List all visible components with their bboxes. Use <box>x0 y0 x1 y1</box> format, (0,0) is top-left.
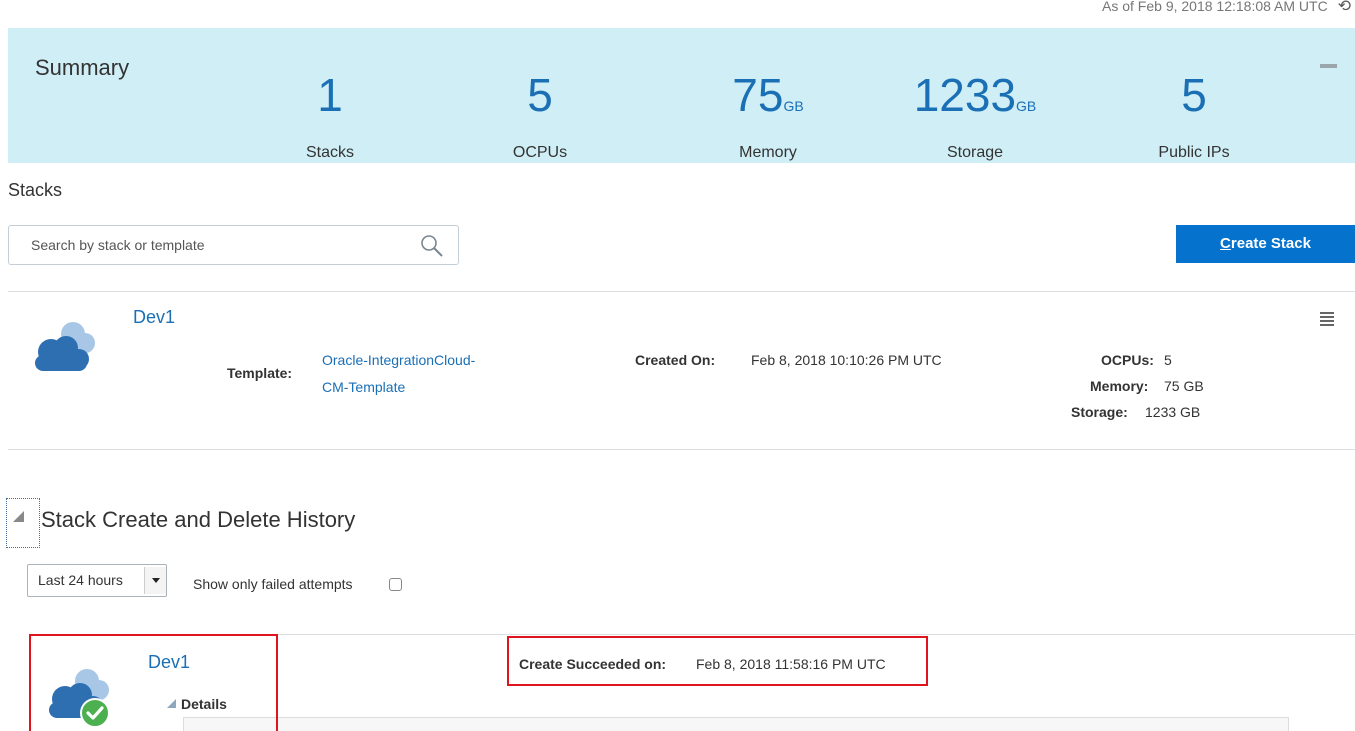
metric-unit: GB <box>1016 98 1037 114</box>
metric-label: Public IPs <box>1158 144 1230 161</box>
collapse-icon[interactable] <box>1320 64 1337 68</box>
as-of-timestamp: As of Feb 9, 2018 12:18:08 AM UTC ⟲ <box>1102 0 1351 16</box>
metric-value: 1233 <box>913 69 1017 121</box>
divider <box>8 291 1355 292</box>
create-stack-button[interactable]: Create Stack <box>1176 225 1355 263</box>
created-on-value: Feb 8, 2018 10:10:26 PM UTC <box>751 352 942 368</box>
ocpus-label: OCPUs: <box>1101 352 1154 368</box>
storage-value: 1233 GB <box>1145 404 1201 420</box>
summary-panel: Summary 1 Stacks 5 OCPUs 75GB Memory 123… <box>8 28 1355 163</box>
time-range-select[interactable]: Last 24 hours <box>27 564 167 597</box>
time-range-value: Last 24 hours <box>38 572 123 588</box>
metric-value: 5 <box>1181 69 1207 121</box>
summary-title: Summary <box>35 55 130 80</box>
metric-stacks: 1 Stacks <box>250 70 410 162</box>
metric-storage: 1233GB Storage <box>895 70 1055 162</box>
search-box <box>8 225 459 265</box>
created-on-label: Created On: <box>635 352 716 368</box>
ocpus-value: 5 <box>1164 352 1172 368</box>
triangle-collapse-icon[interactable] <box>13 511 24 522</box>
template-label: Template: <box>227 365 293 381</box>
template-link-line2[interactable]: CM-Template <box>322 379 405 395</box>
metric-public-ips: 5 Public IPs <box>1114 70 1274 162</box>
highlight-box <box>507 636 928 686</box>
stack-name-link[interactable]: Dev1 <box>133 307 175 328</box>
cloud-icon <box>35 322 95 371</box>
metric-value: 5 <box>527 69 553 121</box>
hamburger-menu-icon[interactable] <box>1319 311 1335 327</box>
stacks-heading: Stacks <box>8 180 63 200</box>
metric-label: Storage <box>946 144 1004 161</box>
details-panel <box>183 717 1289 731</box>
metric-unit: GB <box>783 98 804 114</box>
metric-value: 75 <box>732 69 784 121</box>
dropdown-arrow-icon[interactable] <box>144 567 166 594</box>
metric-label: OCPUs <box>512 144 568 161</box>
memory-label: Memory: <box>1090 378 1149 394</box>
template-link-line1[interactable]: Oracle-IntegrationCloud- <box>322 352 475 368</box>
storage-label: Storage: <box>1071 404 1128 420</box>
history-heading: Stack Create and Delete History <box>41 507 356 532</box>
create-stack-label: reate Stack <box>1230 235 1311 252</box>
as-of-text: As of Feb 9, 2018 12:18:08 AM UTC <box>1102 0 1328 14</box>
search-input[interactable] <box>9 226 409 264</box>
metric-ocpus: 5 OCPUs <box>460 70 620 162</box>
metric-memory: 75GB Memory <box>688 70 848 162</box>
metric-label: Memory <box>739 144 797 161</box>
failed-only-checkbox[interactable] <box>389 578 402 591</box>
metric-label: Stacks <box>305 144 354 161</box>
refresh-icon[interactable]: ⟲ <box>1338 0 1351 16</box>
metric-value: 1 <box>317 69 343 121</box>
memory-value: 75 GB <box>1164 378 1204 394</box>
create-stack-mnemonic: C <box>1220 235 1231 252</box>
history-toggle[interactable] <box>6 498 40 548</box>
failed-only-label: Show only failed attempts <box>193 576 353 592</box>
highlight-box <box>29 634 278 731</box>
divider <box>8 449 1355 450</box>
search-icon[interactable] <box>420 234 444 258</box>
